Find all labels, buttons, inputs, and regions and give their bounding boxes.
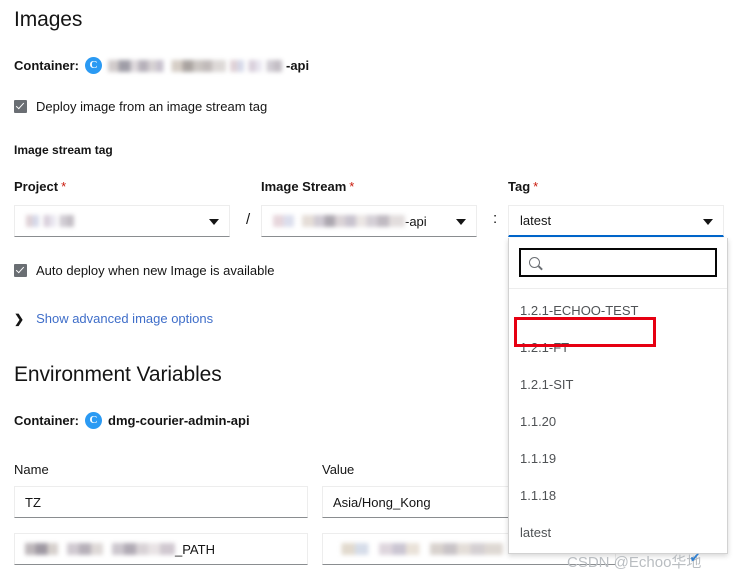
separator-slash: / [246, 211, 251, 228]
required-asterisk: * [349, 179, 355, 194]
images-section: Images Container: C -api Deploy image fr… [14, 8, 514, 157]
page-title: Images [14, 8, 83, 31]
required-asterisk: * [533, 179, 539, 194]
chevron-down-icon[interactable] [703, 218, 713, 225]
container-label: Container: [14, 58, 79, 73]
tag-select-value: latest [520, 213, 552, 228]
chevron-right-icon: ❯ [14, 311, 25, 326]
env-section-title: Environment Variables [14, 363, 222, 386]
column-header-value: Value [322, 462, 355, 477]
dropdown-item-4[interactable]: 1.1.19 [509, 440, 727, 477]
dropdown-search-area [509, 238, 727, 289]
image-stream-select[interactable]: -api [261, 205, 477, 237]
env-container-name: dmg-courier-admin-api [108, 413, 250, 428]
container-label: Container: [14, 413, 79, 428]
dropdown-item-list: 1.2.1-ECHOO-TEST 1.2.1-FT 1.2.1-SIT 1.1.… [509, 292, 727, 551]
column-header-name: Name [14, 462, 49, 477]
chevron-down-icon[interactable] [456, 219, 466, 225]
tag-dropdown-panel: 1.2.1-ECHOO-TEST 1.2.1-FT 1.2.1-SIT 1.1.… [508, 238, 728, 554]
project-label: Project * [14, 179, 67, 194]
env-name-suffix-row-2: _PATH [175, 541, 215, 557]
dropdown-search-box[interactable] [519, 248, 717, 277]
dropdown-item-0[interactable]: 1.2.1-ECHOO-TEST [509, 292, 727, 329]
redacted-text [273, 215, 405, 227]
tag-label: Tag * [508, 179, 539, 194]
deploy-checkbox-label: Deploy image from an image stream tag [36, 99, 268, 114]
dropdown-item-6[interactable]: latest [509, 514, 727, 551]
container-badge-icon: C [85, 57, 102, 74]
verified-check-icon: ✔ [689, 550, 701, 565]
image-stream-label: Image Stream * [261, 179, 355, 194]
advanced-link-label: Show advanced image options [36, 311, 214, 326]
images-section-footer: Auto deploy when new Image is available … [14, 263, 494, 326]
dropdown-item-1[interactable]: 1.2.1-FT [509, 329, 727, 366]
container-badge-icon: C [85, 412, 102, 429]
redacted-text [333, 543, 503, 555]
images-container-line: Container: C -api [14, 57, 514, 74]
dropdown-item-3[interactable]: 1.1.20 [509, 403, 727, 440]
container-name-redacted: -api [108, 58, 309, 73]
separator-colon: : [493, 210, 498, 227]
env-name-input-row-1[interactable]: TZ [14, 486, 308, 518]
chevron-down-icon[interactable] [209, 219, 219, 225]
env-value-value-row-1: Asia/Hong_Kong [333, 494, 431, 510]
auto-deploy-checkbox-row[interactable]: Auto deploy when new Image is available [14, 263, 494, 278]
tag-select[interactable]: latest [508, 205, 724, 237]
deploy-from-image-stream-checkbox-row[interactable]: Deploy image from an image stream tag [14, 99, 514, 114]
env-name-value-row-2: _PATH [25, 542, 215, 557]
checkbox-checked-icon[interactable] [14, 100, 27, 113]
redacted-text [230, 59, 282, 72]
dropdown-item-2[interactable]: 1.2.1-SIT [509, 366, 727, 403]
env-name-input-row-2[interactable]: _PATH [14, 533, 308, 565]
redacted-text [108, 59, 226, 72]
env-name-value-row-1: TZ [25, 494, 41, 510]
redacted-text [25, 543, 175, 555]
environment-variables-section: Environment Variables Container: C dmg-c… [14, 363, 514, 429]
image-stream-value: -api [273, 214, 427, 229]
checkbox-checked-icon[interactable] [14, 264, 27, 277]
image-stream-tag-label: Image stream tag [14, 143, 113, 157]
project-value-redacted [26, 215, 74, 227]
watermark: CSDN @Echoo华地✔ [567, 550, 702, 572]
project-select[interactable] [14, 205, 230, 237]
image-stream-value-suffix: -api [405, 213, 427, 229]
container-name-suffix: -api [286, 58, 310, 73]
env-container-line: Container: C dmg-courier-admin-api [14, 412, 514, 429]
show-advanced-image-options-link[interactable]: ❯ Show advanced image options [14, 311, 494, 326]
auto-deploy-label: Auto deploy when new Image is available [36, 263, 275, 278]
dropdown-item-5[interactable]: 1.1.18 [509, 477, 727, 514]
watermark-text: CSDN @Echoo华地 [567, 554, 702, 571]
required-asterisk: * [61, 179, 67, 194]
search-icon [529, 257, 540, 268]
